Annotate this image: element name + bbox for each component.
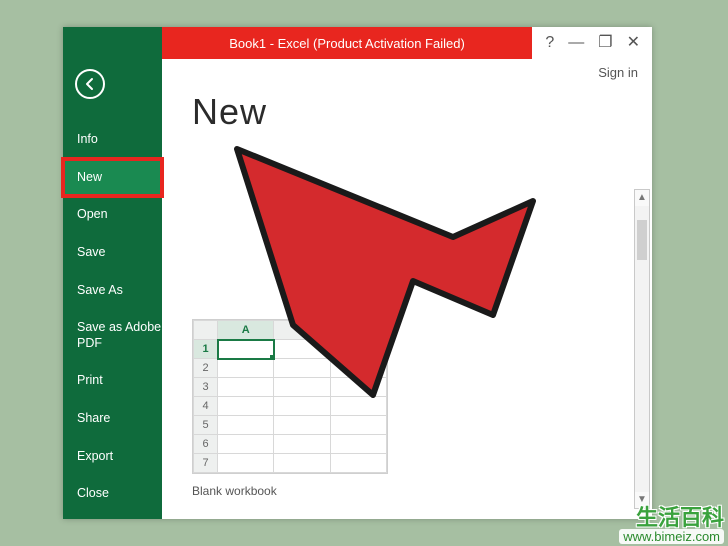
row-header-2: 2 bbox=[194, 359, 218, 378]
template-caption: Blank workbook bbox=[192, 484, 392, 498]
col-header-a: A bbox=[218, 321, 274, 340]
titlebar: Book1 - Excel (Product Activation Failed… bbox=[63, 27, 652, 59]
minimize-button[interactable]: — bbox=[568, 35, 584, 51]
template-blank-workbook[interactable]: A B C 1 2 bbox=[192, 319, 392, 498]
watermark: 生活百科 www.bimeiz.com bbox=[619, 507, 724, 544]
row-header-1: 1 bbox=[194, 340, 218, 359]
sidebar-item-close[interactable]: Close bbox=[63, 475, 162, 513]
scroll-thumb[interactable] bbox=[637, 220, 647, 260]
row-header-5: 5 bbox=[194, 416, 218, 435]
back-button[interactable] bbox=[75, 69, 105, 99]
window-controls: ? — ❐ ✕ bbox=[532, 27, 652, 59]
titlebar-sidebar-spacer bbox=[63, 27, 162, 59]
select-all-corner bbox=[194, 321, 218, 340]
row-header-4: 4 bbox=[194, 397, 218, 416]
help-button[interactable]: ? bbox=[545, 35, 554, 51]
col-header-c: C bbox=[330, 321, 386, 340]
arrow-left-icon bbox=[83, 77, 97, 91]
window-title: Book1 - Excel (Product Activation Failed… bbox=[162, 27, 532, 59]
row-header-7: 7 bbox=[194, 454, 218, 473]
cell-a2 bbox=[218, 359, 274, 378]
watermark-text: 生活百科 bbox=[619, 507, 724, 529]
sidebar-item-save-adobe-pdf[interactable]: Save as Adobe PDF bbox=[63, 309, 162, 362]
page-title: New bbox=[192, 91, 652, 133]
sidebar-item-new[interactable]: New bbox=[63, 159, 162, 197]
cell-c1 bbox=[330, 340, 386, 359]
watermark-url: www.bimeiz.com bbox=[619, 529, 724, 544]
sidebar-item-save-as[interactable]: Save As bbox=[63, 272, 162, 310]
close-button[interactable]: ✕ bbox=[627, 35, 640, 51]
sidebar-item-save[interactable]: Save bbox=[63, 234, 162, 272]
col-header-b: B bbox=[274, 321, 330, 340]
row-header-6: 6 bbox=[194, 435, 218, 454]
backstage-sidebar: Info New Open Save Save As Save as Adobe… bbox=[63, 59, 162, 519]
row-header-3: 3 bbox=[194, 378, 218, 397]
sidebar-item-share[interactable]: Share bbox=[63, 400, 162, 438]
mini-spreadsheet: A B C 1 2 bbox=[193, 320, 387, 473]
restore-button[interactable]: ❐ bbox=[598, 35, 612, 51]
cell-b1 bbox=[274, 340, 330, 359]
sidebar-item-open[interactable]: Open bbox=[63, 196, 162, 234]
excel-backstage-window: Book1 - Excel (Product Activation Failed… bbox=[63, 27, 652, 519]
signin-link[interactable]: Sign in bbox=[598, 65, 638, 80]
backstage-content: Sign in New A B C 1 bbox=[162, 59, 652, 519]
sidebar-item-print[interactable]: Print bbox=[63, 362, 162, 400]
vertical-scrollbar[interactable]: ▲ ▼ bbox=[634, 189, 650, 509]
sidebar-item-info[interactable]: Info bbox=[63, 121, 162, 159]
template-preview: A B C 1 2 bbox=[192, 319, 388, 474]
scroll-up-arrow-icon[interactable]: ▲ bbox=[635, 190, 649, 206]
sidebar-item-export[interactable]: Export bbox=[63, 438, 162, 476]
cell-a1 bbox=[218, 340, 274, 359]
